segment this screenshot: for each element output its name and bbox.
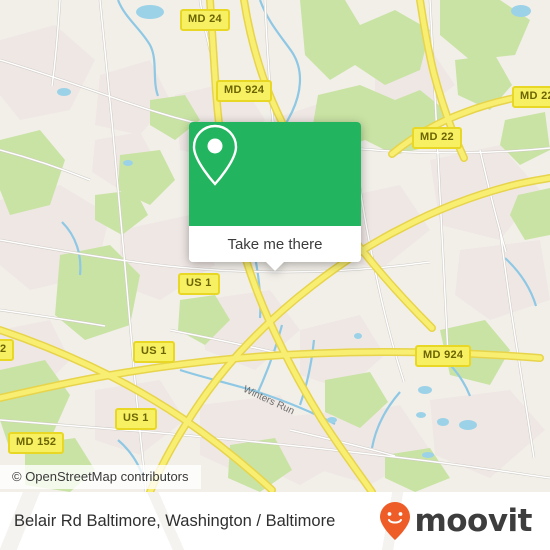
road-shield: US 1 (115, 408, 157, 430)
road-shield: MD 24 (180, 9, 230, 31)
take-me-there-button-label: Take me there (227, 235, 323, 253)
moovit-map-screenshot: MD 24 MD 924 MD 22 MD 22 US 1 2 US 1 MD … (0, 0, 550, 550)
location-popup-card[interactable]: Take me there (189, 122, 361, 271)
osm-attribution[interactable]: © OpenStreetMap contributors (0, 465, 201, 489)
location-title: Belair Rd Baltimore, Washington / Baltim… (14, 511, 336, 530)
popup-header (189, 122, 361, 226)
road-shield: MD 152 (8, 432, 65, 454)
road-shield: MD 924 (216, 80, 273, 102)
popup-body: Take me there (189, 122, 361, 262)
road-shield: US 1 (133, 341, 175, 363)
popup-tail-pointer (266, 262, 284, 271)
road-shield: US 1 (178, 273, 220, 295)
moovit-logo[interactable]: moovit (378, 501, 532, 541)
road-shield: MD 924 (415, 345, 472, 367)
road-shield: 2 (0, 339, 15, 361)
map-canvas[interactable]: MD 24 MD 924 MD 22 MD 22 US 1 2 US 1 MD … (0, 0, 550, 492)
bottom-info-bar: Belair Rd Baltimore, Washington / Baltim… (0, 492, 550, 550)
road-shield: MD 22 (512, 86, 550, 108)
map-pin-icon (192, 124, 238, 186)
moovit-wordmark: moovit (414, 502, 532, 539)
road-shield: MD 22 (412, 127, 462, 149)
moovit-pin-icon (380, 502, 411, 540)
popup-footer[interactable]: Take me there (189, 226, 361, 262)
